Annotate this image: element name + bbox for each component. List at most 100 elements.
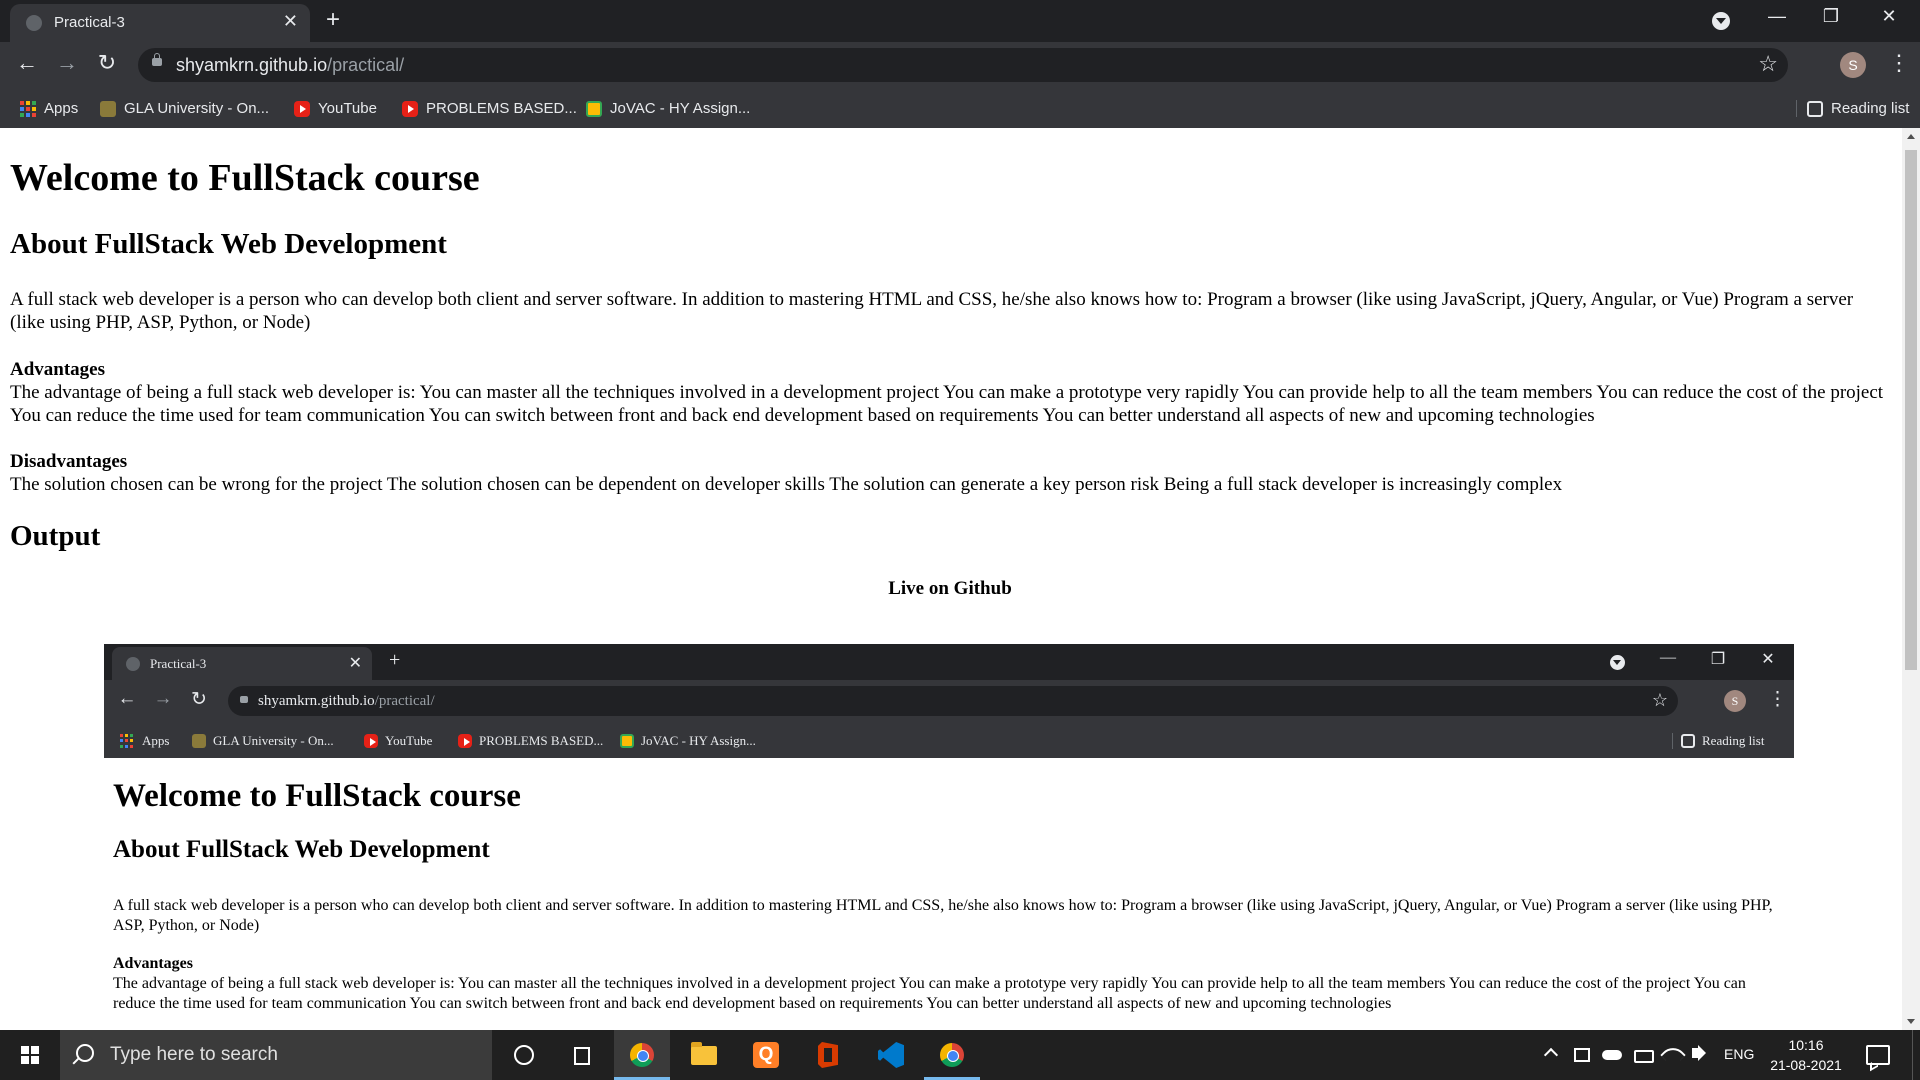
classroom-icon [620,734,634,748]
windows-logo-icon [21,1046,39,1064]
inner-profile-avatar: S [1724,690,1746,712]
chrome-icon [940,1043,964,1067]
meet-now-icon[interactable] [1574,1048,1590,1062]
bookmark-label: Apps [142,733,170,748]
disadvantages-paragraph: The solution chosen can be wrong for the… [10,474,1563,495]
inner-bookmark-apps: Apps [120,733,169,749]
task-view-icon[interactable] [556,1030,612,1080]
bookmark-label: GLA University - On... [213,733,334,748]
reading-list-label: Reading list [1831,100,1910,117]
chrome-menu-icon[interactable]: ⋮ [1888,50,1910,76]
new-tab-button[interactable]: + [326,6,340,34]
globe-icon [126,657,140,671]
lock-icon [240,696,248,703]
intro-paragraph: A full stack web developer is a person w… [10,289,1854,333]
bookmark-youtube[interactable]: YouTube [294,100,377,117]
youtube-icon [364,734,378,748]
q-app-icon: Q [753,1042,779,1068]
show-desktop-button[interactable] [1912,1030,1920,1080]
taskbar-office[interactable] [800,1030,856,1080]
language-indicator[interactable]: ENG [1724,1046,1754,1062]
taskbar-file-explorer[interactable] [676,1030,732,1080]
page-scrollbar[interactable] [1902,128,1920,1030]
bookmark-jovac[interactable]: JoVAC - HY Assign... [586,100,750,117]
restore-button[interactable]: ❐ [1808,6,1854,27]
globe-icon [26,15,42,31]
close-window-button[interactable]: ✕ [1866,6,1912,27]
minimize-button[interactable]: — [1754,6,1800,27]
about-heading: About FullStack Web Development [10,228,447,260]
reading-list-icon [1681,734,1695,748]
bookmark-star-icon[interactable]: ☆ [1758,51,1778,77]
windows-taskbar: Type here to search Q ENG 10:16 21-08-20… [0,1030,1920,1080]
inner-new-tab-icon: + [389,649,401,671]
inner-menu-icon: ⋮ [1768,689,1787,710]
inner-reload-icon: ↻ [191,689,207,710]
inner-minimize-icon: — [1660,649,1676,666]
bookmark-gla[interactable]: GLA University - On... [100,100,269,117]
bookmark-label: GLA University - On... [124,100,270,117]
browser-chrome: Practical-3 ✕ + — ❐ ✕ ← → ↻ shyamkrn.git… [0,0,1920,128]
gla-logo-icon [100,100,116,117]
clock-date: 21-08-2021 [1770,1057,1842,1073]
tab-practical[interactable]: Practical-3 ✕ [10,4,310,42]
lock-icon[interactable] [152,53,162,66]
inner-close-icon: ✕ [1761,651,1775,668]
wifi-icon[interactable] [1660,1042,1686,1068]
bookmark-apps[interactable]: Apps [20,100,78,117]
bookmarks-bar: Apps GLA University - On... YouTube PROB… [0,92,1920,128]
url-text[interactable]: shyamkrn.github.io/practical/ [176,55,404,76]
output-heading: Output [10,520,101,552]
vscode-icon [878,1042,904,1068]
gla-logo-icon [192,734,206,748]
youtube-icon [294,100,310,117]
taskbar-search[interactable]: Type here to search [60,1030,492,1080]
address-bar[interactable]: shyamkrn.github.io/practical/ ☆ [138,48,1788,82]
tab-close-icon[interactable]: ✕ [283,11,298,32]
tab-search-icon[interactable] [1712,12,1730,30]
inner-back-icon: ← [117,688,137,709]
bookmark-problems[interactable]: PROBLEMS BASED... [402,100,577,117]
taskbar-chrome-profile[interactable] [924,1030,980,1080]
reload-button[interactable]: ↻ [92,50,122,76]
cortana-icon[interactable] [496,1030,552,1080]
forward-button[interactable]: → [52,50,82,76]
tab-strip: Practical-3 ✕ + — ❐ ✕ [0,0,1920,42]
inner-tab-title: Practical-3 [150,656,207,671]
volume-icon[interactable] [1692,1045,1706,1061]
onedrive-icon[interactable] [1602,1050,1622,1060]
scrollbar-thumb[interactable] [1905,150,1917,670]
scroll-up-icon[interactable] [1907,134,1915,139]
inner-bookmarks-bar: Apps GLA University - On... YouTube PROB… [104,724,1794,758]
inner-intro-paragraph: A full stack web developer is a person w… [113,897,1773,934]
inner-browser-chrome: Practical-3 ✕ + — ❐ ✕ ← → ↻ shyamkrn.git… [104,644,1794,758]
taskbar-clock[interactable]: 10:16 21-08-2021 [1766,1035,1846,1075]
scroll-down-icon[interactable] [1907,1019,1915,1024]
inner-about-heading: About FullStack Web Development [113,836,490,863]
clock-time: 10:16 [1788,1037,1824,1053]
bookmark-label: YouTube [385,733,433,748]
apps-grid-icon [20,100,36,117]
bookmark-label: Apps [44,100,79,117]
inner-advantages-paragraph: The advantage of being a full stack web … [113,975,1746,1012]
inner-bookmark-jovac: JoVAC - HY Assign... [620,733,756,749]
inner-bookmark-youtube: YouTube [364,733,432,749]
profile-avatar[interactable]: S [1840,52,1866,78]
taskbar-chrome[interactable] [614,1030,670,1080]
bookmark-label: YouTube [318,100,377,117]
taskbar-vscode[interactable] [862,1030,918,1080]
start-button[interactable] [0,1030,60,1080]
inner-tab-close-icon: ✕ [348,655,362,672]
back-button[interactable]: ← [12,50,42,76]
bookmark-label: PROBLEMS BASED... [479,733,604,748]
reading-list-label: Reading list [1702,733,1765,748]
notification-icon[interactable] [1866,1045,1890,1065]
reading-list-button[interactable]: Reading list [1796,100,1909,117]
disadvantages-heading: Disadvantages [10,451,128,472]
taskbar-q-app[interactable]: Q [738,1030,794,1080]
inner-star-icon: ☆ [1651,690,1668,710]
advantages-paragraph: The advantage of being a full stack web … [10,382,1884,426]
battery-icon[interactable] [1634,1050,1654,1063]
inner-tab-practical: Practical-3 ✕ [112,647,372,680]
youtube-icon [402,100,418,117]
